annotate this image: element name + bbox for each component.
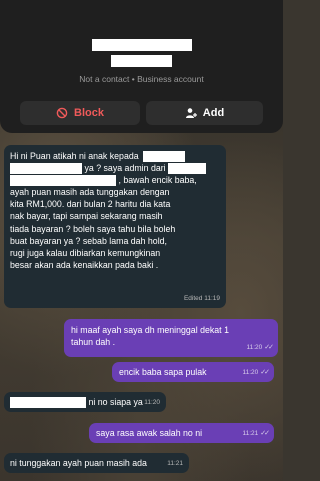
message-timestamp: Edited 11:19 [184,293,220,305]
redacted-contact-number [111,55,172,67]
redacted-name [143,151,186,163]
incoming-message[interactable]: ni tunggakan ayah puan masih ada 11:21 [4,453,189,473]
redacted-number [10,397,86,409]
incoming-message[interactable]: Hi ni Puan atikah ni anak kepada ya ? sa… [4,145,226,308]
timestamp-text: 11:20 [144,398,160,406]
message-timestamp: 11:20 ✓✓ [242,367,270,379]
message-timestamp: 11:21 [167,458,183,470]
message-text: ni tunggakan ayah puan masih ada [10,458,147,468]
double-check-icon: ✓✓ [260,429,270,437]
redacted-company [10,175,116,187]
message-text: hi maaf ayah saya dh meninggal dekat 1 t… [71,325,229,348]
outgoing-message[interactable]: hi maaf ayah saya dh meninggal dekat 1 t… [64,319,278,357]
message-text: , bawah encik baba, [118,175,197,185]
message-line: , bawah encik baba, [10,174,197,187]
message-line: Hi ni Puan atikah ni anak kepada [10,150,186,163]
timestamp-text: 11:20 [242,368,259,376]
double-check-icon: ✓✓ [260,368,270,376]
outgoing-message[interactable]: encik baba sapa pulak 11:20 ✓✓ [112,362,274,382]
message-timestamp: 11:21 ✓✓ [242,428,270,440]
incoming-message[interactable]: ni no siapa ya 11:20 [4,392,166,412]
message-timestamp: 11:20 [144,397,160,409]
timestamp-text: 11:21 [242,429,259,437]
add-person-icon [185,107,197,119]
redacted-contact-name [92,39,192,51]
redacted-company [168,163,207,175]
message-line: ya ? saya admin dari [10,162,207,175]
contact-status-text: Not a contact • Business account [79,74,204,84]
message-text: Hi ni Puan atikah ni anak kepada [10,151,139,161]
contact-info-card: Not a contact • Business account Block A… [0,0,283,133]
message-line: ni no siapa ya [10,396,143,409]
message-text: ya ? saya admin dari [84,163,166,173]
message-timestamp: 11:20 ✓✓ [246,342,274,354]
message-text: encik baba sapa pulak [119,367,207,377]
add-contact-button[interactable]: Add [146,101,263,125]
message-text: saya rasa awak salah no ni [96,428,203,438]
add-label: Add [202,107,225,119]
block-label: Block [74,107,104,119]
timestamp-text: 11:20 [246,343,263,351]
timestamp-text: Edited 11:19 [183,294,220,302]
outgoing-message[interactable]: saya rasa awak salah no ni 11:21 ✓✓ [89,423,274,443]
block-button[interactable]: Block [20,101,140,125]
message-text: ayah puan masih ada tunggakan dengan kit… [10,187,176,271]
redacted-name [10,163,82,175]
block-icon [56,107,68,119]
message-text: ni no siapa ya [88,397,143,407]
double-check-icon: ✓✓ [264,343,274,351]
timestamp-text: 11:21 [167,459,183,467]
